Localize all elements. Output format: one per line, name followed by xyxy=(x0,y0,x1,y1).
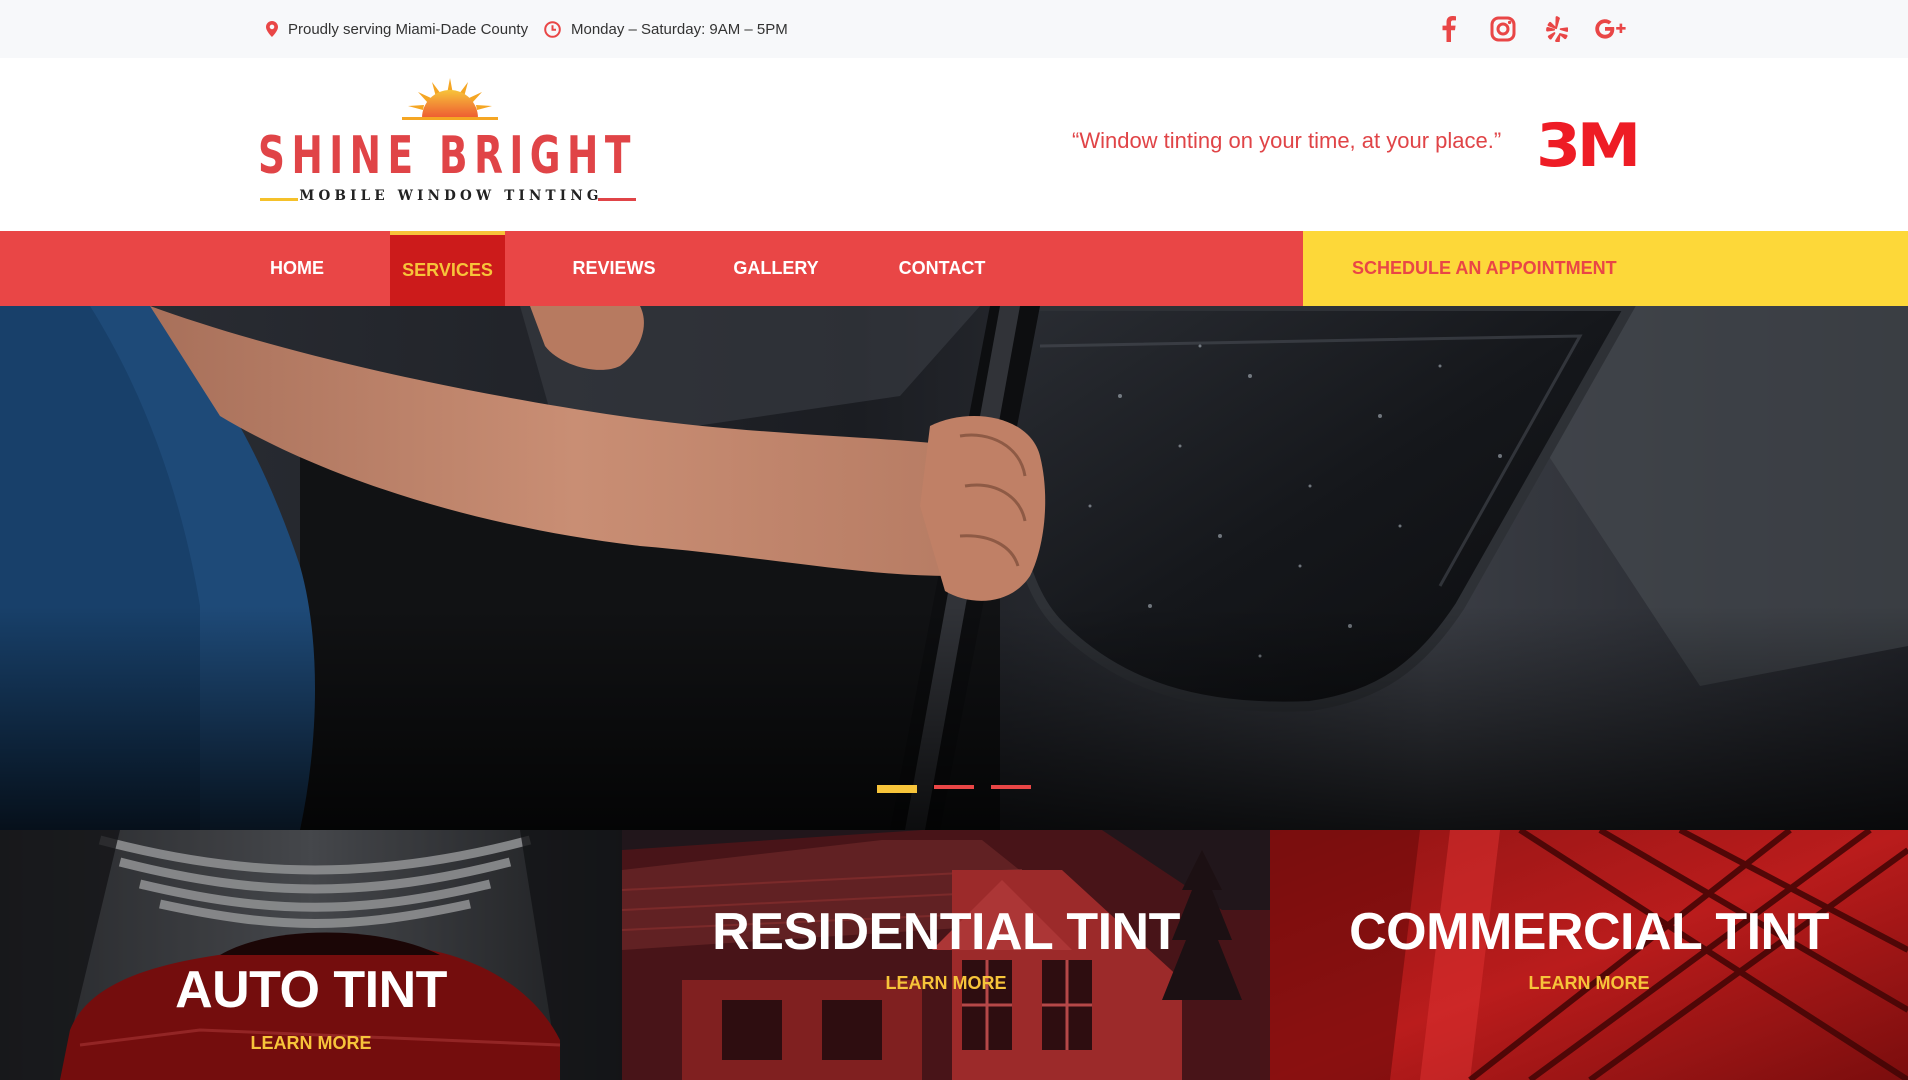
map-pin-icon xyxy=(266,21,278,37)
yelp-icon xyxy=(1546,16,1568,42)
google-plus-link[interactable] xyxy=(1594,12,1628,46)
location-info: Proudly serving Miami-Dade County xyxy=(266,0,528,58)
learn-more-link[interactable]: LEARN MORE xyxy=(1270,973,1908,994)
schedule-appointment-button[interactable]: SCHEDULE AN APPOINTMENT xyxy=(1303,231,1908,306)
facebook-link[interactable] xyxy=(1432,12,1466,46)
slider-dot-3[interactable] xyxy=(991,785,1031,789)
slider-dot-1[interactable] xyxy=(877,785,917,793)
3m-logo: 3M xyxy=(1536,111,1641,181)
tile-commercial-tint[interactable]: COMMERCIAL TINT LEARN MORE xyxy=(1270,830,1908,1080)
tile-title: AUTO TINT xyxy=(175,961,447,1019)
social-links xyxy=(1432,0,1628,58)
slider-dots xyxy=(877,785,1048,793)
hours-text: Monday – Saturday: 9AM – 5PM xyxy=(571,20,788,38)
sun-icon xyxy=(402,78,498,120)
nav-item-home[interactable]: HOME xyxy=(252,231,342,306)
nav-item-services[interactable]: SERVICES xyxy=(390,231,505,306)
nav-item-gallery[interactable]: GALLERY xyxy=(724,231,828,306)
location-text: Proudly serving Miami-Dade County xyxy=(288,20,529,38)
yelp-link[interactable] xyxy=(1540,12,1574,46)
google-plus-icon xyxy=(1595,19,1626,39)
hero-slider xyxy=(0,306,1908,830)
hero-image xyxy=(0,306,1908,830)
slider-dot-2[interactable] xyxy=(934,785,974,789)
tile-residential-tint[interactable]: RESIDENTIAL TINT LEARN MORE xyxy=(622,830,1270,1080)
logo-subtitle: MOBILE WINDOW TINTING xyxy=(299,188,603,204)
learn-more-link[interactable]: LEARN MORE xyxy=(622,973,1270,994)
clock-icon xyxy=(544,20,561,38)
site-logo[interactable]: SHINE BRIGHT MOBILE WINDOW TINTING xyxy=(258,76,644,211)
tile-title: COMMERCIAL TINT xyxy=(1349,903,1829,961)
instagram-link[interactable] xyxy=(1486,12,1520,46)
nav-item-reviews[interactable]: REVIEWS xyxy=(560,231,668,306)
tile-auto-tint[interactable]: AUTO TINT LEARN MORE xyxy=(0,830,622,1080)
hours-info: Monday – Saturday: 9AM – 5PM xyxy=(544,0,788,58)
tile-title: RESIDENTIAL TINT xyxy=(712,903,1180,961)
site-header: SHINE BRIGHT MOBILE WINDOW TINTING “Wind… xyxy=(0,58,1908,231)
logo-divider-right xyxy=(598,198,636,201)
instagram-icon xyxy=(1490,16,1516,42)
learn-more-link[interactable]: LEARN MORE xyxy=(0,1033,622,1054)
top-bar: Proudly serving Miami-Dade County Monday… xyxy=(0,0,1908,58)
logo-title: SHINE BRIGHT xyxy=(258,126,637,186)
nav-item-contact[interactable]: CONTACT xyxy=(888,231,996,306)
header-tagline: “Window tinting on your time, at your pl… xyxy=(1072,128,1502,153)
facebook-icon xyxy=(1442,16,1456,42)
